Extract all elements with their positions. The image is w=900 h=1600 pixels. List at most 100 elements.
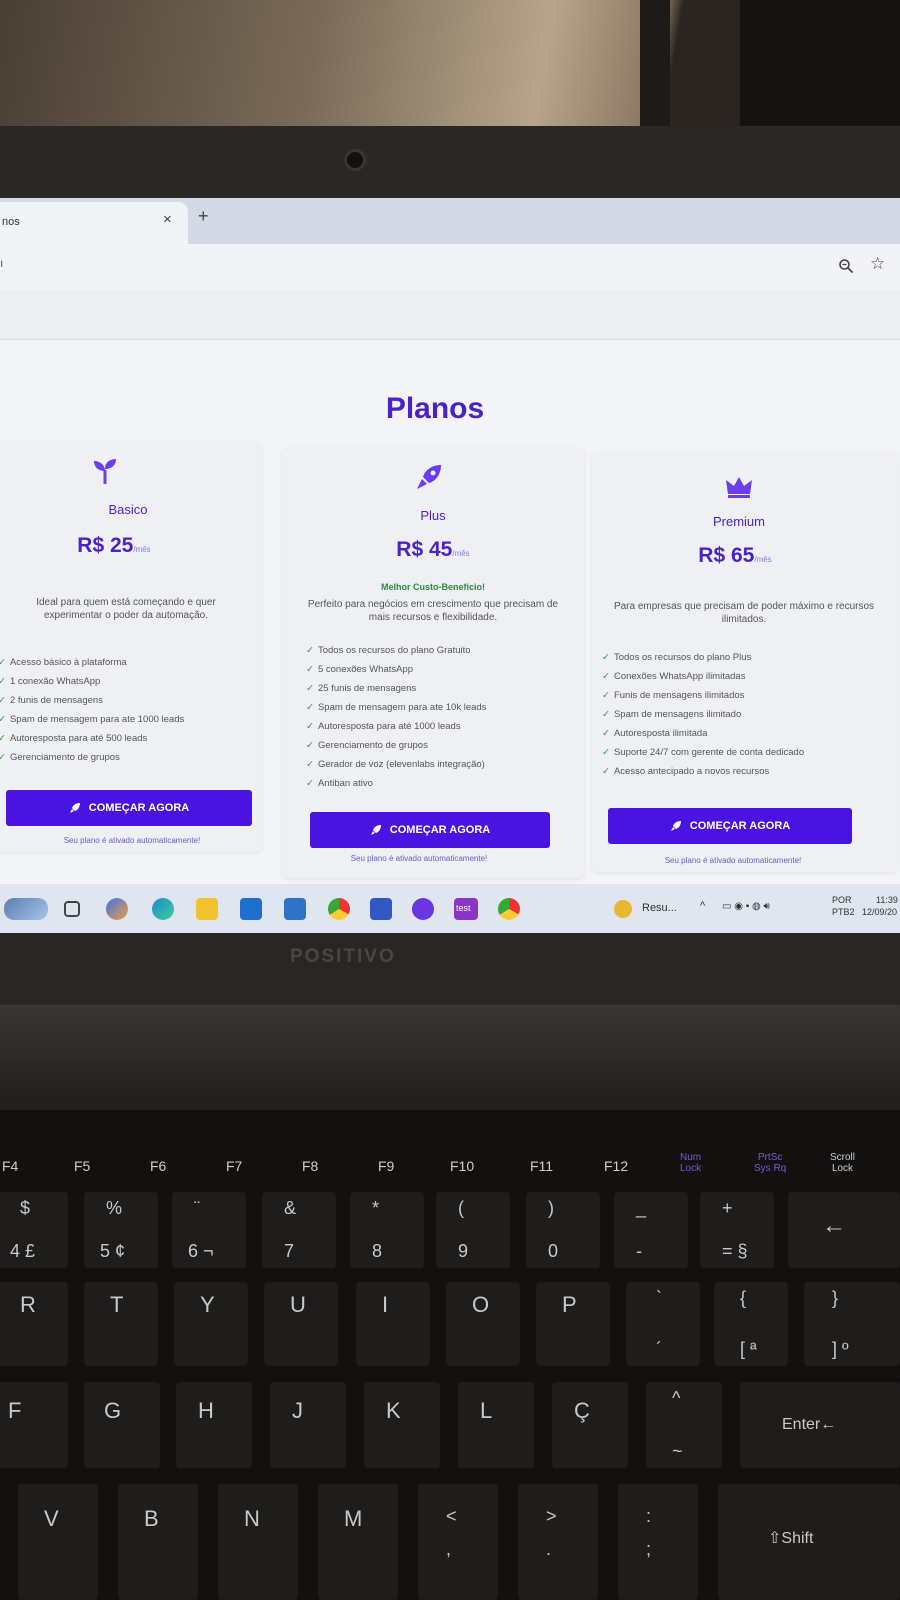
copilot-icon[interactable] bbox=[106, 898, 128, 920]
feature-item: ✓ Autoresposta para até 1000 leads bbox=[306, 721, 461, 732]
key-f6[interactable]: F6 bbox=[150, 1158, 166, 1174]
plan-price: R$ 65/mês bbox=[582, 544, 888, 568]
key-4[interactable]: $4 £ bbox=[0, 1192, 68, 1268]
file-explorer-icon[interactable] bbox=[196, 898, 218, 920]
key-f5[interactable]: F5 bbox=[74, 1158, 90, 1174]
key-7[interactable]: & 7 bbox=[262, 1192, 336, 1268]
url-text: ı bbox=[0, 256, 4, 270]
tray-chevron-icon[interactable]: ^ bbox=[700, 900, 705, 912]
key-k[interactable]: K bbox=[364, 1382, 440, 1468]
key-8[interactable]: * 8 bbox=[350, 1192, 424, 1268]
key-l[interactable]: L bbox=[458, 1382, 534, 1468]
key-acute[interactable]: ` ´ bbox=[626, 1282, 700, 1366]
key-enter[interactable]: Enter← bbox=[740, 1382, 900, 1468]
key-m[interactable]: M bbox=[318, 1484, 398, 1600]
key-b[interactable]: B bbox=[118, 1484, 198, 1600]
store-icon[interactable] bbox=[370, 898, 392, 920]
key-h[interactable]: H bbox=[176, 1382, 252, 1468]
key-5[interactable]: % 5 ¢ bbox=[84, 1192, 158, 1268]
feature-item: ✓ Gerenciamento de grupos bbox=[0, 752, 120, 763]
edge-icon[interactable] bbox=[152, 898, 174, 920]
key-f12[interactable]: F12 bbox=[604, 1158, 628, 1174]
key-shift[interactable]: ⇧Shift bbox=[718, 1484, 900, 1600]
key-equals[interactable]: + = § bbox=[700, 1192, 774, 1268]
chrome-icon[interactable] bbox=[328, 898, 350, 920]
key-f[interactable]: F bbox=[0, 1382, 68, 1468]
key-comma[interactable]: <, bbox=[418, 1484, 498, 1600]
key-p[interactable]: P bbox=[536, 1282, 610, 1366]
key-backspace[interactable]: ← bbox=[788, 1192, 900, 1268]
key-f8[interactable]: F8 bbox=[302, 1158, 318, 1174]
key-j[interactable]: J bbox=[270, 1382, 346, 1468]
pricing-page: Planos Basico R$ 25/mês Ideal para quem … bbox=[0, 340, 900, 895]
key-v[interactable]: V bbox=[18, 1484, 98, 1600]
key-tilde[interactable]: ^ ~ bbox=[646, 1382, 722, 1468]
key-u[interactable]: U bbox=[264, 1282, 338, 1366]
weather-icon[interactable] bbox=[614, 900, 632, 918]
clock[interactable]: 11:39 12/09/20 bbox=[862, 894, 898, 918]
price-period: /mês bbox=[754, 555, 772, 564]
key-c-cedilla[interactable]: Ç bbox=[552, 1382, 628, 1468]
bookmark-star-icon[interactable]: ☆ bbox=[870, 254, 885, 274]
key-semicolon[interactable]: :; bbox=[618, 1484, 698, 1600]
key-prtsc[interactable]: PrtSc Sys Rq bbox=[754, 1152, 786, 1174]
key-left-bracket[interactable]: {[ ª bbox=[714, 1282, 788, 1366]
start-now-button[interactable]: COMEÇAR AGORA bbox=[310, 812, 550, 848]
key-n[interactable]: N bbox=[218, 1484, 298, 1600]
widgets-icon[interactable] bbox=[4, 898, 48, 920]
check-icon: ✓ bbox=[602, 690, 610, 701]
activation-note: Seu plano é ativado automaticamente! bbox=[63, 836, 201, 845]
plan-description: Para empresas que precisam de poder máxi… bbox=[613, 601, 875, 625]
key-period[interactable]: >. bbox=[518, 1484, 598, 1600]
tab-close-icon[interactable]: × bbox=[163, 211, 172, 228]
plan-features: ✓ Todos os recursos do plano Gratuito ✓ 5 … bbox=[306, 641, 486, 793]
plan-card-basico: Basico R$ 25/mês Ideal para quem está co… bbox=[0, 442, 262, 852]
language-indicator[interactable]: POR PTB2 bbox=[832, 894, 855, 918]
key-f10[interactable]: F10 bbox=[450, 1158, 474, 1174]
key-6[interactable]: ¨ 6 ¬ bbox=[172, 1192, 246, 1268]
page-title: Planos bbox=[385, 392, 485, 425]
key-0[interactable]: ) 0 bbox=[526, 1192, 600, 1268]
cta-label: COMEÇAR AGORA bbox=[689, 820, 791, 832]
key-right-bracket[interactable]: }] º bbox=[804, 1282, 900, 1366]
tab-title: nos bbox=[2, 216, 20, 228]
key-numlock[interactable]: Num Lock bbox=[680, 1152, 701, 1174]
test-app-icon[interactable]: test bbox=[454, 898, 478, 920]
network-app-icon[interactable] bbox=[284, 898, 306, 920]
key-i[interactable]: I bbox=[356, 1282, 430, 1366]
tray-icons[interactable]: ▭ ◉ ▪ ◍ 🔊︎ bbox=[722, 901, 770, 912]
browser-tab[interactable]: nos × bbox=[0, 202, 188, 244]
key-g[interactable]: G bbox=[84, 1382, 160, 1468]
check-icon: ✓ bbox=[306, 740, 314, 751]
new-tab-button[interactable]: + bbox=[198, 206, 209, 227]
test-app-label: test bbox=[456, 903, 471, 913]
key-t[interactable]: T bbox=[84, 1282, 158, 1366]
key-scroll-lock[interactable]: Scroll Lock bbox=[830, 1152, 855, 1174]
address-bar[interactable]: ı ☆ bbox=[0, 244, 900, 290]
key-r[interactable]: R bbox=[0, 1282, 68, 1366]
plan-description: Perfeito para negócios em crescimento qu… bbox=[307, 599, 559, 623]
check-icon: ✓ bbox=[602, 652, 610, 663]
chrome-profile-icon[interactable] bbox=[498, 898, 520, 920]
taskbar-app-label[interactable]: Resu... bbox=[642, 902, 677, 914]
activation-note: Seu plano é ativado automaticamente! bbox=[664, 856, 802, 865]
mail-icon[interactable] bbox=[240, 898, 262, 920]
key-y[interactable]: Y bbox=[174, 1282, 248, 1366]
key-f9[interactable]: F9 bbox=[378, 1158, 394, 1174]
activation-note: Seu plano é ativado automaticamente! bbox=[350, 854, 488, 863]
check-icon: ✓ bbox=[306, 702, 314, 713]
key-minus[interactable]: _ - bbox=[614, 1192, 688, 1268]
task-view-icon[interactable] bbox=[64, 901, 80, 917]
key-f4[interactable]: F4 bbox=[2, 1158, 18, 1174]
key-9[interactable]: (9 bbox=[436, 1192, 510, 1268]
zoom-icon[interactable] bbox=[838, 258, 854, 274]
check-icon: ✓ bbox=[306, 645, 314, 656]
app-d-icon[interactable] bbox=[412, 898, 434, 920]
check-icon: ✓ bbox=[306, 759, 314, 770]
start-now-button[interactable]: COMEÇAR AGORA bbox=[6, 790, 252, 826]
key-f7[interactable]: F7 bbox=[226, 1158, 242, 1174]
key-f11[interactable]: F11 bbox=[530, 1158, 553, 1174]
key-o[interactable]: O bbox=[446, 1282, 520, 1366]
start-now-button[interactable]: COMEÇAR AGORA bbox=[608, 808, 852, 844]
windows-taskbar: test Resu... ^ ▭ ◉ ▪ ◍ 🔊︎ POR PTB2 11:39 1… bbox=[0, 884, 900, 933]
